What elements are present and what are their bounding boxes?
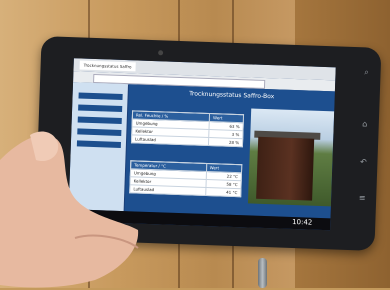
status-clock: 10:42: [291, 217, 313, 227]
sidebar-item[interactable]: [78, 104, 123, 112]
humidity-table: Rel. Feuchte / % Wert Umgebung 63 % Kell…: [130, 110, 245, 148]
browser-tab[interactable]: Trocknungsstatus Saffro: [79, 60, 136, 72]
menu-icon[interactable]: ≡: [357, 193, 367, 203]
temperature-table: Temperatur / °C Wert Umgebung 22 °C Kell…: [129, 160, 243, 198]
page-title: Trocknungsstatus Saffro-Box: [189, 90, 275, 101]
home-icon[interactable]: ⌂: [360, 119, 370, 129]
wooden-shed: [256, 136, 315, 201]
back-icon[interactable]: ↶: [358, 157, 368, 167]
front-camera: [158, 50, 164, 56]
saffro-box-photo: [247, 108, 335, 207]
row-label: Luftauslad: [131, 134, 209, 146]
door-handle: [258, 258, 267, 288]
sidebar-item[interactable]: [78, 92, 123, 100]
row-label: Luftauslad: [129, 184, 206, 196]
holding-hand: [0, 131, 139, 288]
main-content: Trocknungsstatus Saffro-Box Rel. Feuchte…: [124, 84, 335, 219]
row-value: 41 °C: [205, 187, 241, 197]
row-value: 28 %: [208, 137, 243, 147]
search-icon[interactable]: ⌕: [361, 67, 371, 77]
